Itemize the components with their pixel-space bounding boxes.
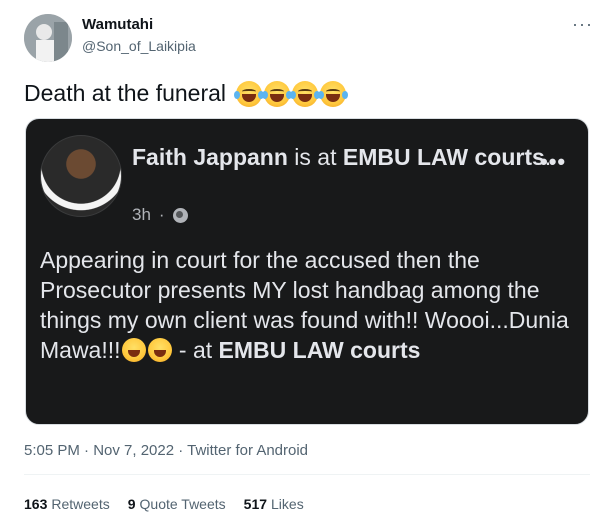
- tweet-timestamp[interactable]: 5:05 PM · Nov 7, 2022 · Twitter for Andr…: [24, 442, 308, 459]
- post-body-at: - at: [178, 337, 213, 363]
- retweets-count: 163: [24, 496, 48, 512]
- laughing-tears-emoji-icon: [147, 338, 172, 362]
- post-author-avatar: [40, 135, 122, 217]
- embedded-image[interactable]: Faith Jappann is at EMBU LAW courts. •••…: [25, 118, 589, 425]
- tweet-stats: 163 Retweets 9 Quote Tweets 517 Likes: [24, 496, 304, 512]
- tweet-text-content: Death at the funeral: [24, 80, 227, 106]
- likes-count: 517: [243, 496, 268, 512]
- post-menu-icon: •••: [540, 149, 567, 174]
- retweets-stat[interactable]: 163 Retweets: [24, 496, 110, 512]
- display-name[interactable]: Wamutahi: [82, 16, 153, 33]
- laughing-tears-emoji-icon: [262, 80, 293, 107]
- globe-icon: [172, 207, 188, 223]
- quote-tweets-stat[interactable]: 9 Quote Tweets: [128, 496, 226, 512]
- profile-avatar[interactable]: [24, 14, 72, 62]
- post-header: Faith Jappann is at EMBU LAW courts.: [132, 141, 552, 173]
- post-meta-dot: ·: [158, 205, 165, 224]
- post-time: 3h: [132, 205, 151, 224]
- tweet-text: Death at the funeral: [24, 80, 349, 107]
- post-author-name: Faith Jappann: [132, 144, 288, 170]
- laughing-tears-emoji-icon: [234, 80, 265, 107]
- more-options-button[interactable]: ···: [572, 14, 593, 35]
- divider: [24, 474, 590, 475]
- post-meta: 3h ·: [132, 205, 188, 225]
- laughing-tears-emoji-icon: [121, 338, 146, 362]
- emoji-row: [234, 80, 349, 107]
- post-location: EMBU LAW courts: [342, 144, 545, 170]
- post-is-at: is at: [294, 144, 337, 170]
- quotes-count: 9: [127, 496, 136, 512]
- likes-stat[interactable]: 517 Likes: [244, 496, 304, 512]
- quotes-label: Quote Tweets: [139, 496, 226, 512]
- laughing-tears-emoji-icon: [290, 80, 321, 107]
- post-body: Appearing in court for the accused then …: [40, 245, 580, 365]
- user-handle[interactable]: @Son_of_Laikipia: [82, 38, 196, 54]
- likes-label: Likes: [271, 496, 304, 512]
- retweets-label: Retweets: [51, 496, 110, 512]
- post-body-location: EMBU LAW courts: [218, 337, 421, 363]
- person-photo-icon: [24, 14, 72, 62]
- laughing-tears-emoji-icon: [318, 80, 349, 107]
